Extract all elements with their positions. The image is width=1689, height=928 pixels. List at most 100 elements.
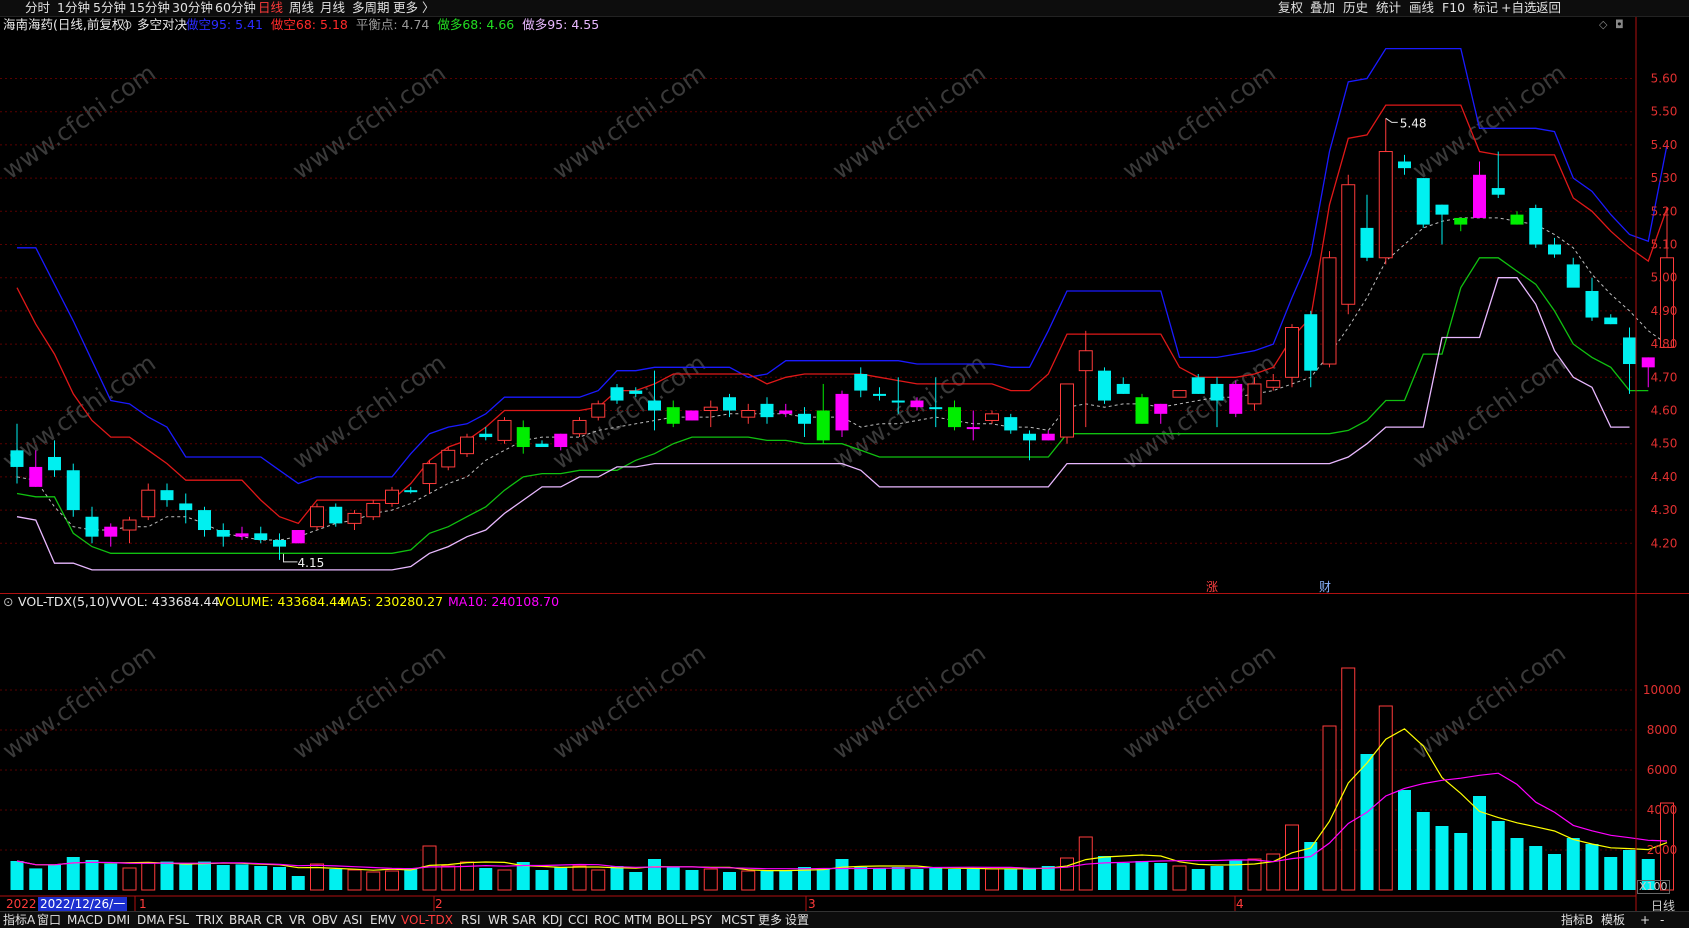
indicator-tab-cr[interactable]: CR <box>266 913 283 927</box>
indicator-tab-psy[interactable]: PSY <box>690 913 712 927</box>
volume-bar <box>1191 869 1205 890</box>
candle-body <box>1154 403 1168 414</box>
candle-body <box>816 410 830 441</box>
indicator-tab-asi[interactable]: ASI <box>343 913 362 927</box>
candle-body <box>1435 204 1449 215</box>
candle <box>1360 194 1374 262</box>
candle-body <box>629 390 643 394</box>
candle-body <box>1566 264 1580 288</box>
candle-body <box>779 410 793 414</box>
candle <box>1285 324 1299 388</box>
candle <box>760 397 774 424</box>
candle-body <box>1378 151 1393 259</box>
volume-bar <box>1004 869 1018 890</box>
volume-bar <box>10 861 24 890</box>
candle-body <box>1641 357 1655 368</box>
candles-layer <box>10 118 1674 560</box>
volume-bar <box>1135 861 1149 890</box>
indicator-tab-cci[interactable]: CCI <box>568 913 588 927</box>
indicator-tab-vol-tdx[interactable]: VOL-TDX <box>401 913 453 927</box>
watermark-3: www.cfchi.com <box>287 639 450 765</box>
kline-chart[interactable]: www.cfchi.com www.cfchi.com www.cfchi.com w… <box>0 0 1689 911</box>
candle-body <box>460 436 474 455</box>
indicator-tab-brar[interactable]: BRAR <box>229 913 262 927</box>
candle-body <box>723 397 736 411</box>
candle-body <box>572 419 587 435</box>
watermark-13: www.cfchi.com <box>287 349 450 475</box>
indicator-tab-dmi[interactable]: DMI <box>107 913 130 927</box>
watermark-17: www.cfchi.com <box>0 349 161 475</box>
candle <box>1041 430 1055 441</box>
indicator-tab-roc[interactable]: ROC <box>594 913 620 927</box>
template-button[interactable]: 模板 <box>1601 913 1625 927</box>
candle <box>460 433 474 457</box>
candle-body <box>873 393 886 396</box>
price-tick-8: 4.80 <box>1651 337 1678 351</box>
volume-bar <box>610 866 624 890</box>
indicator-tab-vr[interactable]: VR <box>289 913 306 927</box>
indicator-tab-macd[interactable]: MACD <box>67 913 103 927</box>
indicator-tab-obv[interactable]: OBV <box>312 913 338 927</box>
zoom-in-button[interactable]: + <box>1640 913 1650 927</box>
candle-body <box>948 407 961 428</box>
indicator-tab-24[interactable]: 更多 <box>758 913 782 927</box>
candle-body <box>160 490 174 501</box>
candle <box>1098 367 1111 404</box>
candle-body <box>1229 383 1243 414</box>
volume-bar <box>1510 838 1524 890</box>
volume-bar <box>1416 812 1430 890</box>
candle-body <box>273 539 286 547</box>
volume-bar <box>66 857 80 890</box>
watermark-2: www.cfchi.com <box>287 59 450 185</box>
candle <box>122 516 137 544</box>
indicator-b-button[interactable]: 指标B <box>1561 913 1593 927</box>
indicator-tab-emv[interactable]: EMV <box>370 913 396 927</box>
volume-bars-layer <box>10 667 1674 891</box>
candle-body <box>591 403 606 418</box>
candle <box>1135 393 1149 424</box>
candle-body <box>1623 337 1636 365</box>
indicator-tab-sar[interactable]: SAR <box>512 913 536 927</box>
candle-body <box>891 400 905 403</box>
volume-bar <box>104 863 118 890</box>
indicator-tab-25[interactable]: 设置 <box>785 913 809 927</box>
candle-body <box>10 450 24 467</box>
indicator-tab-mtm[interactable]: MTM <box>624 913 652 927</box>
volume-bar <box>779 870 793 890</box>
candle-body <box>216 530 230 537</box>
indicator-tab-wr[interactable]: WR <box>488 913 508 927</box>
indicator-tab-fsl[interactable]: FSL <box>168 913 189 927</box>
candle-body <box>1341 184 1356 305</box>
indicator-tab-mcst[interactable]: MCST <box>721 913 755 927</box>
indicator-tab-1[interactable]: 窗口 <box>37 913 61 927</box>
volume-tick-0: 10000 <box>1643 683 1681 697</box>
indicator-tab-trix[interactable]: TRIX <box>196 913 223 927</box>
volume-bar <box>873 868 886 890</box>
indicator-tab-a[interactable]: 指标A <box>3 913 35 927</box>
candle-body <box>1454 217 1468 225</box>
candle-body <box>1041 433 1055 441</box>
indicator-tab-boll[interactable]: BOLL <box>657 913 688 927</box>
zoom-out-button[interactable]: - <box>1660 913 1664 927</box>
candle <box>385 486 399 507</box>
volume-bar <box>985 868 999 891</box>
candle-body <box>685 410 699 421</box>
low-marker-label: 4.15 <box>298 556 325 570</box>
candle <box>535 440 549 448</box>
indicator-tab-rsi[interactable]: RSI <box>461 913 481 927</box>
candle <box>966 410 980 441</box>
volume-bar <box>1154 863 1168 890</box>
volume-bar <box>329 869 343 890</box>
volume-bar <box>554 867 568 890</box>
volume-bar <box>479 868 493 890</box>
watermark-0: www.cfchi.com <box>0 59 161 185</box>
candle-body <box>854 373 868 391</box>
indicator-tab-dma[interactable]: DMA <box>137 913 165 927</box>
indicator-tab-kdj[interactable]: KDJ <box>542 913 563 927</box>
price-tick-3: 5.30 <box>1651 171 1678 185</box>
candle <box>873 387 886 401</box>
watermark-11: www.cfchi.com <box>1407 639 1570 765</box>
watermark-14: www.cfchi.com <box>827 349 990 475</box>
candle <box>572 417 587 438</box>
candle <box>666 400 680 428</box>
